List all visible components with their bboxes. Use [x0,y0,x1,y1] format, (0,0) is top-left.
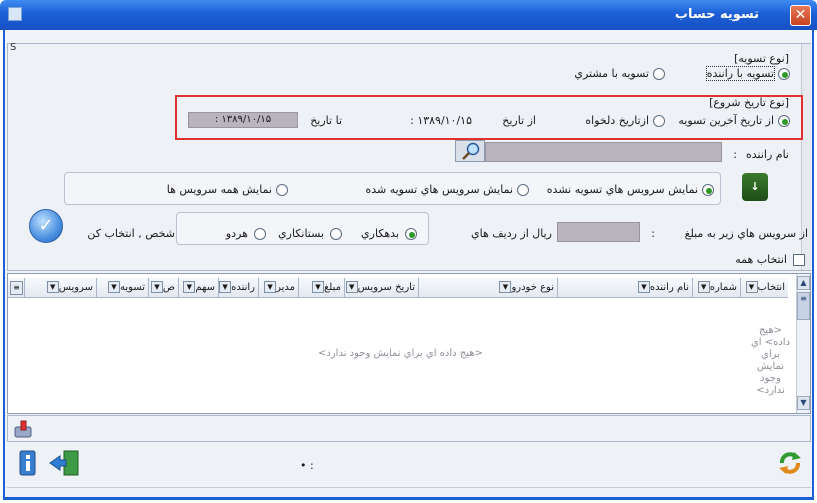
radio-all-services[interactable] [276,184,288,196]
status-text: • : [300,459,314,472]
scroll-up-icon[interactable]: ▲ [797,276,810,290]
settlement-type-heading: [نوع تسويه] [734,52,789,65]
radio-custom-date[interactable] [653,115,665,127]
column-dropdown-icon[interactable]: ▼ [311,281,324,293]
bottom-strip [7,487,811,497]
check-circle-icon: ✓ [38,215,54,236]
column-dropdown-icon[interactable]: ▼ [745,281,758,293]
radio-settle-driver-label: تسويه با راننده [705,66,776,81]
column-dropdown-icon[interactable]: ▼ [499,281,512,293]
driver-name-colon: : [733,148,737,161]
radio-settled-services[interactable] [517,184,529,196]
attach-icon[interactable] [12,419,34,439]
col-service[interactable]: سرويس▼ [24,278,96,298]
grid-side-empty-message: <هيج داده> اي براي نمايش وجود ندارد> [750,325,791,396]
column-dropdown-icon[interactable]: ▼ [46,281,59,293]
radio-settle-customer-label: تسويه با مشتري [574,67,649,80]
panel-label: S [10,42,17,53]
column-dropdown-icon[interactable]: ▼ [345,281,358,293]
exit-door-icon[interactable] [48,449,82,477]
grid-toolbar [7,415,811,442]
radio-all-services-label: نمايش همه سرويس ها [166,183,272,196]
scroll-down-icon[interactable]: ▼ [797,396,810,410]
column-dropdown-icon[interactable]: ▼ [219,281,232,293]
col-s[interactable]: ص▼ [148,278,178,298]
col-share[interactable]: سهم▼ [178,278,218,298]
grid-empty-message: <هيج داده اي براي نمايش وجود ندارد> [318,348,483,359]
to-date-label: تا تاريخ [310,114,342,127]
scroll-thumb[interactable]: ≡ [797,292,810,320]
col-driver-name[interactable]: نام راننده▼ [557,278,692,298]
app-icon [8,7,22,21]
column-dropdown-icon[interactable]: ▼ [183,281,196,293]
column-dropdown-icon[interactable]: ▼ [150,281,163,293]
col-number[interactable]: شماره▼ [692,278,740,298]
radio-creditor[interactable] [330,228,342,240]
radio-from-last-settlement[interactable] [778,115,790,127]
col-service-date[interactable]: تاريخ سرويس▼ [344,278,418,298]
radio-both[interactable] [254,228,266,240]
start-date-type-heading: [نوع تاريخ شروع] [709,96,789,109]
col-vehicle-type[interactable]: نوع خودرو▼ [418,278,557,298]
radio-debtor-label: بدهكاري [361,227,399,240]
driver-name-label: نام راننده [745,148,789,161]
select-all-checkbox[interactable] [793,254,805,266]
amount-filter-tail: شخص , انتخاب كن [87,227,175,240]
refresh-icon[interactable] [776,449,804,477]
radio-settle-driver[interactable] [778,68,790,80]
info-book-icon[interactable] [18,449,38,477]
amount-input[interactable] [557,222,640,242]
col-select[interactable]: انتخاب▼ [740,278,788,298]
to-date-field[interactable]: ۱۳۸۹/۱۰/۱۵ : [188,112,298,128]
status-bar [7,443,811,487]
amount-filter-prefix: از سرويس هاي زير به مبلغ [684,227,808,240]
attach-icon-graphic [14,420,32,438]
radio-custom-date-label: ازتاريخ دلخواه [585,114,649,127]
search-icon [462,142,480,160]
driver-search-button[interactable] [455,140,485,162]
from-date-label: از تاريخ [502,114,536,127]
amount-filter-colon: : [651,227,655,240]
apply-button[interactable]: ✓ [29,209,63,243]
column-chooser-icon[interactable]: ≡ [10,281,23,295]
select-all-label: انتخاب همه [735,253,787,266]
exit-icon-graphic [49,450,79,476]
radio-unsettled-services-label: نمايش سرويس هاي تسويه نشده [546,183,698,196]
refresh-icon-graphic [779,452,801,474]
book-icon [19,450,36,476]
from-date-value[interactable]: ۱۳۸۹/۱۰/۱۵ : [410,114,472,127]
col-manager[interactable]: مدير▼ [258,278,298,298]
column-dropdown-icon[interactable]: ▼ [264,281,277,293]
column-dropdown-icon[interactable]: ▼ [637,281,650,293]
column-dropdown-icon[interactable]: ▼ [697,281,710,293]
column-dropdown-icon[interactable]: ▼ [107,281,120,293]
download-icon[interactable]: ↓ [742,173,768,201]
radio-from-last-settlement-label: از تاريخ آخرين تسويه [678,114,774,127]
col-driver[interactable]: راننده▼ [218,278,258,298]
radio-both-label: هردو [225,227,248,240]
radio-creditor-label: بستانكاري [278,227,324,240]
close-button[interactable]: ✕ [790,5,811,26]
window-title: تسویه حساب [674,7,759,22]
radio-settle-customer[interactable] [653,68,665,80]
radio-settled-services-label: نمايش سرويس هاي تسويه شده [365,183,513,196]
driver-name-input[interactable] [485,142,722,162]
radio-debtor[interactable] [405,228,417,240]
col-settlement[interactable]: تسويه▼ [96,278,148,298]
amount-filter-suffix: ريال از رديف هاي [471,227,552,240]
radio-unsettled-services[interactable] [702,184,714,196]
col-amount[interactable]: مبلغ▼ [298,278,344,298]
